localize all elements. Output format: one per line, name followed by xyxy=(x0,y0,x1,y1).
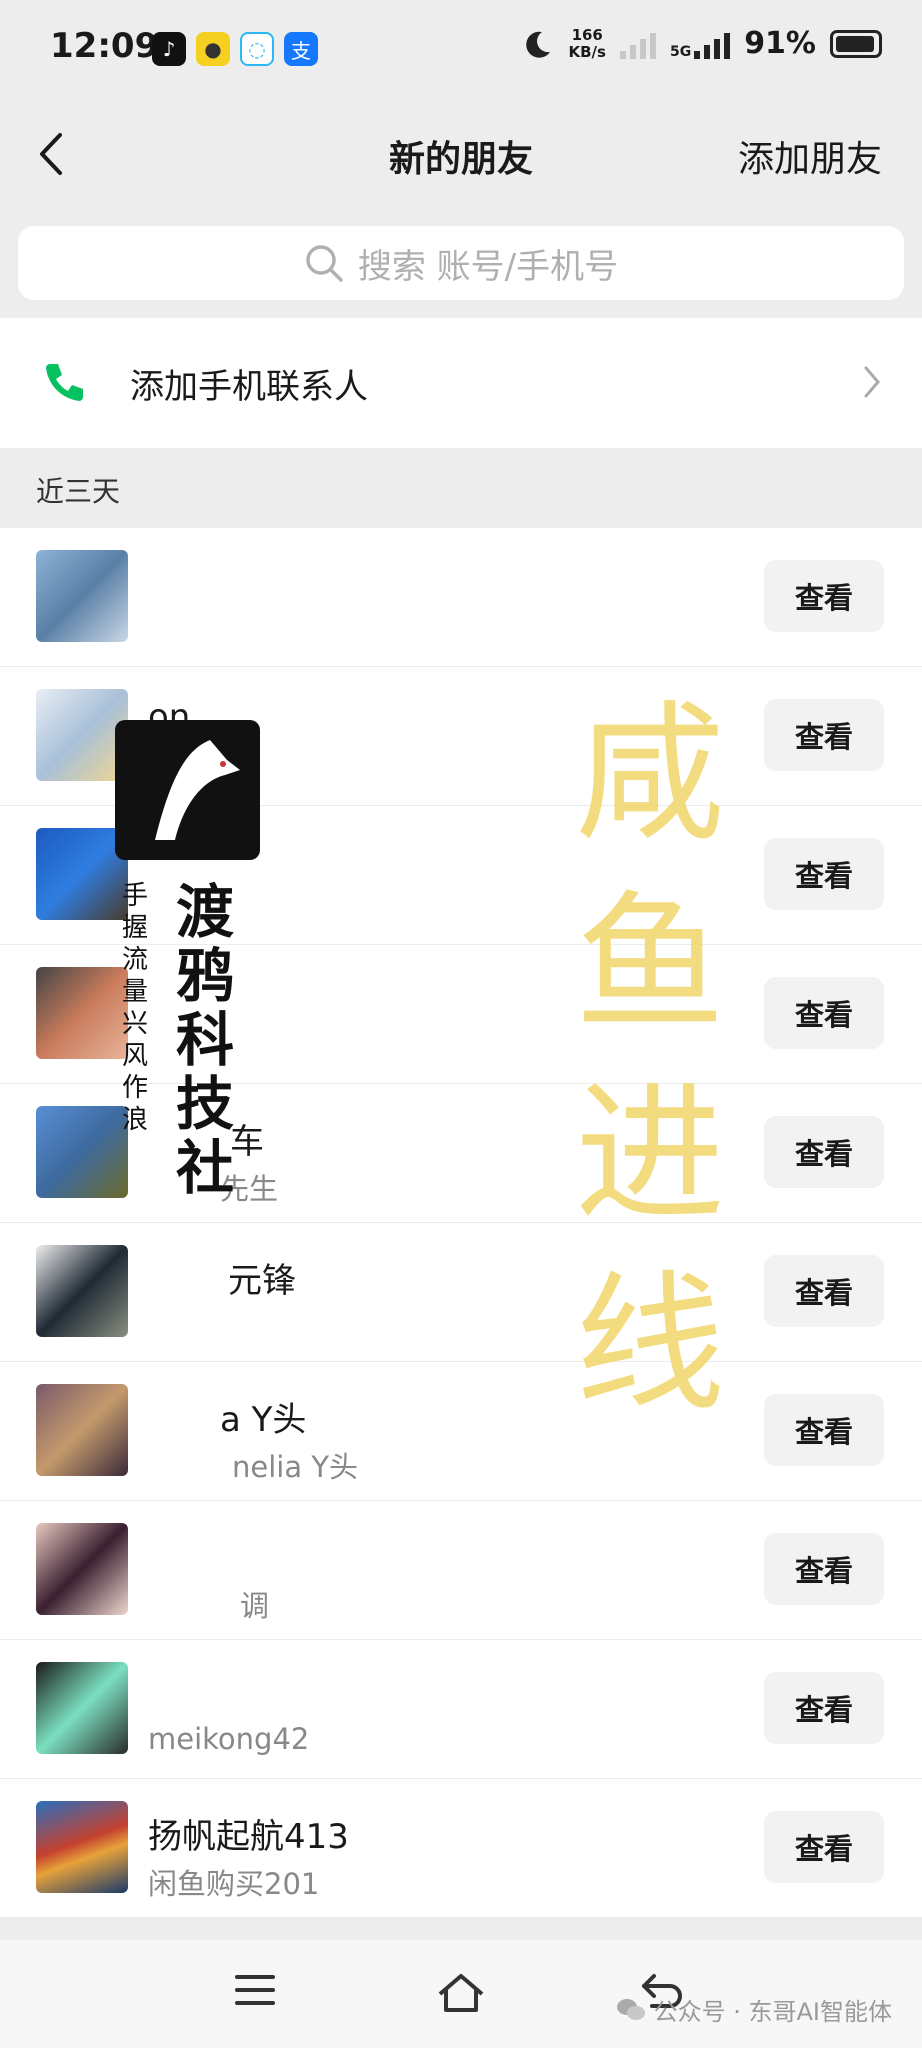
nav-bar: 新的朋友 添加朋友 xyxy=(0,100,922,208)
add-phone-contacts-label: 添加手机联系人 xyxy=(130,366,368,407)
view-button[interactable]: 查看 xyxy=(764,1811,884,1883)
status-right: 166 KB/s 5G 91% xyxy=(522,26,882,61)
view-button[interactable]: 查看 xyxy=(764,1394,884,1466)
list-item[interactable]: 查看 xyxy=(0,528,922,667)
signal-strong-icon xyxy=(694,29,731,59)
search-placeholder: 搜索 账号/手机号 xyxy=(357,246,619,287)
phone-icon xyxy=(46,364,83,401)
signal-weak-icon xyxy=(619,29,656,59)
net-speed: 166 KB/s xyxy=(568,25,606,61)
friend-name: 扬帆起航413 xyxy=(148,1817,349,1857)
logo-vertical-text: 渡鸦科技社 xyxy=(175,878,234,1202)
notification-icons: ♪ ● ◌ 支 xyxy=(152,32,318,66)
list-item[interactable]: 扬帆起航413 闲鱼购买201 查看 xyxy=(0,1779,922,1918)
view-button[interactable]: 查看 xyxy=(764,1116,884,1188)
signal-5g: 5G xyxy=(670,29,731,59)
list-item[interactable]: meikong42 查看 xyxy=(0,1640,922,1779)
friend-subtitle: 调 xyxy=(240,1589,270,1623)
friend-name: a Y头 xyxy=(220,1400,307,1440)
chevron-right-icon xyxy=(864,366,880,398)
add-friend-button[interactable]: 添加朋友 xyxy=(738,130,882,182)
friend-subtitle: 闲鱼购买201 xyxy=(148,1867,320,1901)
view-button[interactable]: 查看 xyxy=(764,838,884,910)
search-icon xyxy=(306,245,343,282)
logo-slogan-text: 手握流量 兴风作浪 xyxy=(121,881,148,1135)
moon-icon xyxy=(526,31,551,58)
home-button[interactable] xyxy=(436,1972,486,2018)
view-button[interactable]: 查看 xyxy=(764,699,884,771)
section-label-recent: 近三天 xyxy=(36,475,121,508)
tiktok-icon: ♪ xyxy=(152,32,186,66)
view-button[interactable]: 查看 xyxy=(764,977,884,1049)
system-nav-bar: 公众号 · 东哥AI智能体 xyxy=(0,1940,922,2048)
avatar xyxy=(36,1801,128,1893)
list-item[interactable]: 调 查看 xyxy=(0,1501,922,1640)
wechat-icon xyxy=(616,1998,645,2020)
app-icon: ● xyxy=(196,32,230,66)
view-button[interactable]: 查看 xyxy=(764,1672,884,1744)
avatar xyxy=(36,1662,128,1754)
status-bar: 12:09 ♪ ● ◌ 支 166 KB/s 5G 91% xyxy=(0,0,922,100)
list-item[interactable]: 元锋 查看 xyxy=(0,1223,922,1362)
chat-icon: ◌ xyxy=(240,32,274,66)
search-input[interactable]: 搜索 账号/手机号 xyxy=(18,226,904,300)
friend-subtitle: nelia Y头 xyxy=(232,1450,359,1484)
avatar xyxy=(36,1245,128,1337)
menu-button[interactable] xyxy=(234,1972,276,2012)
add-phone-contacts-row[interactable]: 添加手机联系人 xyxy=(0,318,922,448)
friend-name: 元锋 xyxy=(228,1261,296,1301)
alipay-icon: 支 xyxy=(284,32,318,66)
raven-logo xyxy=(115,720,260,860)
watermark-text: 咸鱼进线 xyxy=(574,688,725,1432)
avatar xyxy=(36,1523,128,1615)
friend-subtitle: meikong42 xyxy=(148,1722,310,1756)
view-button[interactable]: 查看 xyxy=(764,1255,884,1327)
battery-icon xyxy=(830,29,882,58)
view-button[interactable]: 查看 xyxy=(764,1533,884,1605)
list-item[interactable]: a Y头 nelia Y头 查看 xyxy=(0,1362,922,1501)
account-watermark: 公众号 · 东哥AI智能体 xyxy=(616,1992,892,2027)
battery-percent: 91% xyxy=(744,26,816,61)
status-time: 12:09 xyxy=(50,26,159,66)
menu-icon xyxy=(235,1975,275,2005)
avatar xyxy=(36,1384,128,1476)
avatar xyxy=(36,550,128,642)
home-icon xyxy=(438,1974,484,2012)
view-button[interactable]: 查看 xyxy=(764,560,884,632)
raven-icon xyxy=(155,740,240,840)
